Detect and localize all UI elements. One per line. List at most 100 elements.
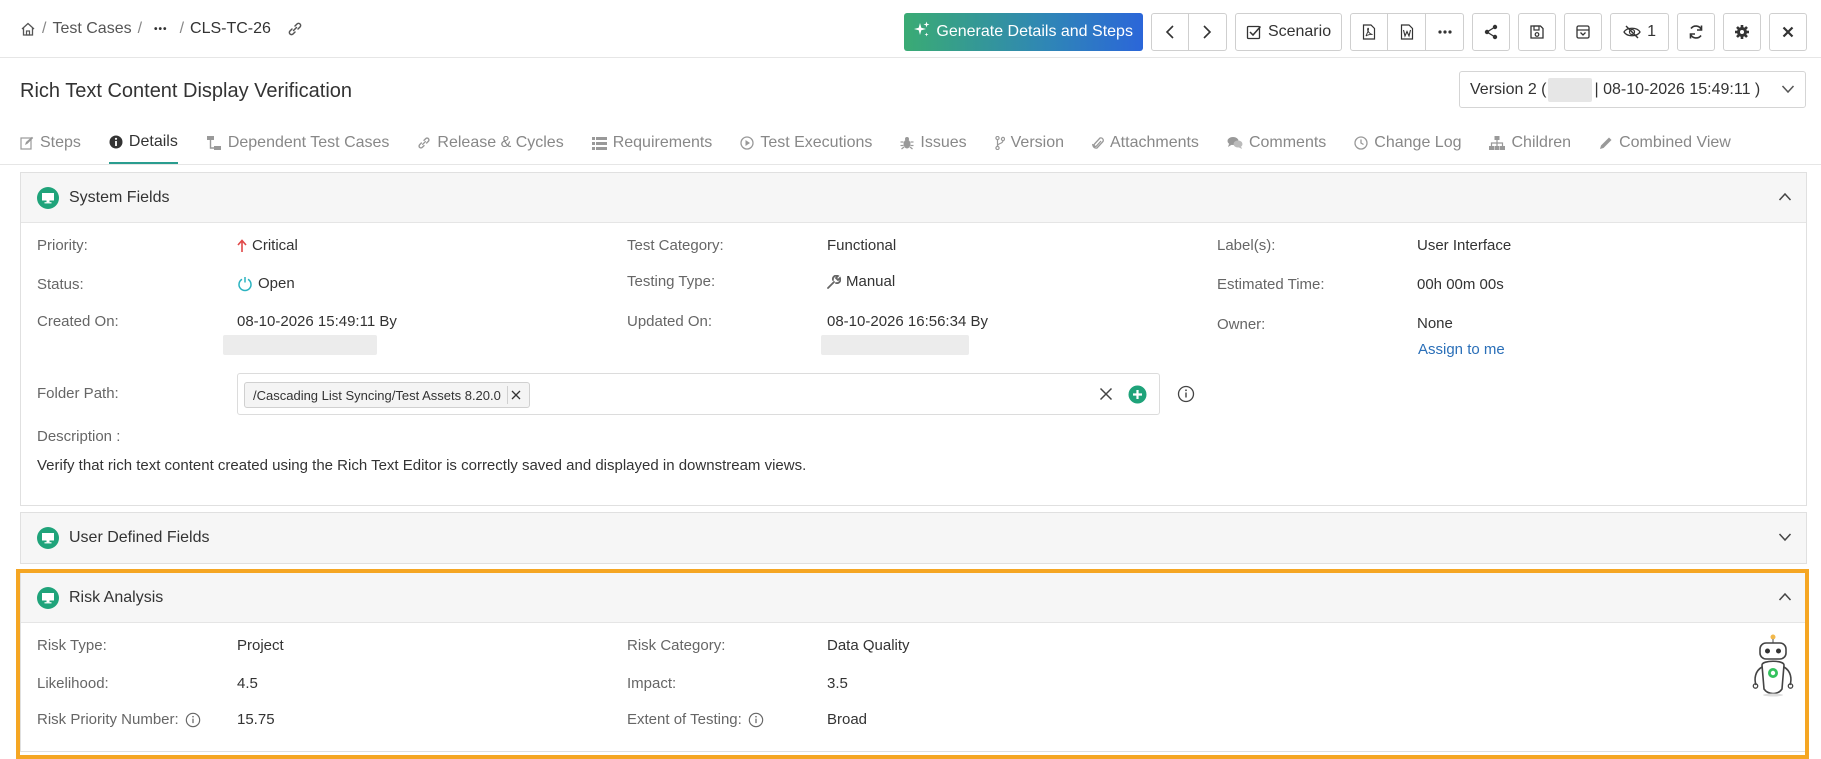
tab-combined-view[interactable]: Combined View [1599, 122, 1731, 164]
breadcrumb-separator: / [42, 20, 47, 37]
close-button[interactable] [1769, 13, 1807, 51]
chevron-up-icon[interactable] [1778, 190, 1792, 204]
assign-to-me-link[interactable]: Assign to me [1418, 341, 1505, 358]
watch-count: 1 [1647, 23, 1656, 40]
gear-icon [1735, 25, 1749, 39]
status-value[interactable]: Open [237, 275, 295, 292]
chevron-right-icon [1203, 25, 1212, 39]
assistant-robot-icon[interactable] [1750, 633, 1796, 700]
chevron-down-icon[interactable] [1778, 530, 1792, 544]
tab-version[interactable]: Version [994, 122, 1064, 164]
edit-icon [20, 136, 34, 150]
add-folder-button[interactable] [1128, 385, 1147, 407]
wrench-icon [827, 274, 841, 289]
monitor-icon [37, 186, 59, 209]
archive-icon [1576, 25, 1590, 39]
risk-analysis-header[interactable]: Risk Analysis [21, 573, 1806, 623]
breadcrumb-test-cases[interactable]: Test Cases [52, 20, 131, 38]
risk-type-value[interactable]: Project [237, 637, 284, 654]
breadcrumb: / Test Cases / ••• / CLS-TC-26 [20, 20, 303, 38]
export-pdf-button[interactable] [1350, 13, 1389, 51]
next-button[interactable] [1188, 13, 1227, 51]
tab-change-log[interactable]: Change Log [1354, 122, 1461, 164]
tab-children[interactable]: Children [1489, 122, 1571, 164]
top-bar: / Test Cases / ••• / CLS-TC-26 Generate … [0, 0, 1821, 58]
system-fields-header[interactable]: System Fields [21, 173, 1806, 223]
more-button[interactable] [1426, 13, 1465, 51]
info-circle-icon [1177, 385, 1195, 403]
export-button-group [1350, 13, 1465, 51]
tab-requirements[interactable]: Requirements [591, 122, 713, 164]
test-category-label: Test Category: [627, 237, 724, 254]
extent-label: Extent of Testing: [627, 711, 742, 728]
version-author-redacted [1548, 77, 1593, 102]
user-defined-fields-header[interactable]: User Defined Fields [21, 513, 1806, 563]
power-circle-icon [238, 276, 252, 291]
scenario-button[interactable]: Scenario [1234, 13, 1343, 51]
breadcrumb-ellipsis[interactable]: ••• [154, 24, 168, 35]
priority-value[interactable]: Critical [237, 237, 298, 254]
monitor-icon [37, 527, 59, 549]
tab-label: Details [128, 133, 178, 150]
description-value[interactable]: Verify that rich text content created us… [37, 457, 806, 474]
extent-label-wrap: Extent of Testing: [627, 711, 764, 728]
archive-button[interactable] [1564, 13, 1603, 51]
estimated-time-value[interactable]: 00h 00m 00s [1417, 276, 1504, 293]
description-label: Description : [37, 428, 121, 445]
tab-label: Comments [1248, 134, 1327, 151]
impact-value[interactable]: 3.5 [827, 675, 848, 692]
tab-details[interactable]: Details [108, 122, 178, 164]
risk-category-label: Risk Category: [627, 637, 726, 654]
risk-analysis-panel: Risk Analysis Risk Type: Project Risk Ca… [20, 572, 1807, 752]
home-icon[interactable] [20, 21, 36, 37]
tab-steps[interactable]: Steps [20, 122, 81, 164]
tab-label: Requirements [612, 134, 713, 151]
version-suffix: | 08-10-2026 15:49:11 ) [1594, 80, 1761, 98]
generate-details-label: Generate Details and Steps [936, 23, 1133, 40]
likelihood-value[interactable]: 4.5 [237, 675, 258, 692]
tab-comments[interactable]: Comments [1227, 122, 1326, 164]
risk-type-label: Risk Type: [37, 637, 107, 654]
tab-label: Version [1010, 134, 1064, 151]
save-button[interactable] [1518, 13, 1557, 51]
refresh-button[interactable] [1677, 13, 1715, 51]
share-button[interactable] [1472, 13, 1511, 51]
risk-category-value[interactable]: Data Quality [827, 637, 910, 654]
test-category-value[interactable]: Functional [827, 237, 896, 254]
tab-release-cycles[interactable]: Release & Cycles [417, 122, 564, 164]
testing-type-value[interactable]: Manual [827, 273, 895, 290]
clear-folder-button[interactable] [1099, 387, 1113, 404]
tab-attachments[interactable]: Attachments [1092, 122, 1199, 164]
owner-value[interactable]: None [1417, 315, 1453, 332]
version-prefix: Version 2 ( [1470, 80, 1547, 98]
previous-button[interactable] [1150, 13, 1189, 51]
settings-button[interactable] [1723, 13, 1761, 51]
info-circle-icon[interactable] [185, 712, 201, 728]
rpn-label-wrap: Risk Priority Number: [37, 711, 201, 728]
version-select[interactable]: Version 2 ( | 08-10-2026 15:49:11 ) [1459, 71, 1806, 108]
tab-issues[interactable]: Issues [900, 122, 967, 164]
folder-chip: /Cascading List Syncing/Test Assets 8.20… [244, 382, 530, 408]
plus-circle-icon [1128, 385, 1147, 404]
tab-label: Dependent Test Cases [227, 134, 390, 151]
tab-dependent-test-cases[interactable]: Dependent Test Cases [206, 122, 390, 164]
info-circle-icon[interactable] [748, 712, 764, 728]
folder-path-input[interactable]: /Cascading List Syncing/Test Assets 8.20… [237, 373, 1160, 415]
link-icon[interactable] [287, 21, 303, 37]
toolbar: Generate Details and Steps Scenario 1 [904, 13, 1807, 51]
folder-info-button[interactable] [1177, 385, 1195, 406]
chevron-up-icon[interactable] [1778, 590, 1792, 604]
folder-chip-text: /Cascading List Syncing/Test Assets 8.20… [253, 387, 501, 403]
pdf-file-icon [1362, 24, 1376, 40]
tab-test-executions[interactable]: Test Executions [740, 122, 872, 164]
watch-button[interactable]: 1 [1610, 13, 1669, 51]
generate-details-button[interactable]: Generate Details and Steps [904, 13, 1143, 51]
updated-by-redacted [821, 335, 969, 355]
labels-value[interactable]: User Interface [1417, 237, 1511, 254]
testing-type-text: Manual [846, 273, 896, 290]
export-word-button[interactable] [1388, 13, 1427, 51]
link-icon [418, 137, 430, 149]
rpn-value: 15.75 [237, 711, 275, 728]
remove-chip-button[interactable] [506, 386, 525, 404]
hierarchy-icon [1489, 136, 1506, 150]
